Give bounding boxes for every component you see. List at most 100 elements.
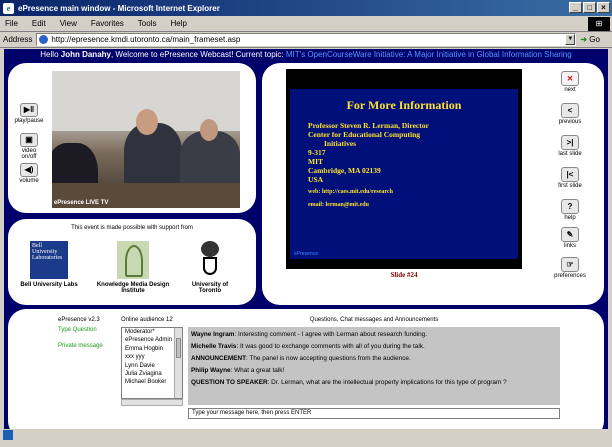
chat-log: Wayne Ingram: Interesting comment - I ag… <box>188 327 560 405</box>
play-pause-control[interactable]: ▶‖ play/pause <box>14 103 44 124</box>
nav-next[interactable]: ⨯ next <box>548 71 592 93</box>
close-button[interactable]: × <box>597 2 610 13</box>
menu-tools[interactable]: Tools <box>136 19 159 28</box>
user-name: John Danahy <box>60 50 111 59</box>
chat-message: QUESTION TO SPEAKER: Dr. Lerman, what ar… <box>191 379 507 386</box>
slide-display: For More Information Professor Steven R.… <box>286 69 522 269</box>
video-toggle-control[interactable]: ▣ video on/off <box>14 133 44 160</box>
minimize-button[interactable]: _ <box>569 2 582 13</box>
slide-line: USA <box>308 175 324 184</box>
pencil-icon[interactable]: ✎ <box>561 227 579 242</box>
volume-control[interactable]: ◀) volume <box>14 163 44 184</box>
nav-first-slide[interactable]: |< first slide <box>548 167 592 189</box>
audience-list[interactable]: Moderator* ePresence Admin Emma Hogbin x… <box>121 327 183 399</box>
speaker-head <box>136 109 158 135</box>
sponsor-kmdi[interactable]: Knowledge Media Design Institute <box>88 241 178 294</box>
current-topic: MIT's OpenCourseWare Initiative: A Major… <box>285 50 572 59</box>
chat-message: Philip Wayne: What a great talk! <box>191 367 285 374</box>
sponsor-panel: This event is made possible with support… <box>8 219 256 305</box>
nav-links[interactable]: ✎ links <box>548 227 592 249</box>
sponsor-uoft[interactable]: University of Toronto <box>182 241 238 294</box>
nav-preferences[interactable]: ☞ preferences <box>548 257 592 279</box>
menu-file[interactable]: File <box>3 19 20 28</box>
address-bar: Address http://epresence.kmdi.utoronto.c… <box>0 32 612 48</box>
list-item[interactable]: Emma Hogbin <box>122 345 182 353</box>
menu-help[interactable]: Help <box>168 19 188 28</box>
slide-line: MIT <box>308 157 323 166</box>
nav-help[interactable]: ? help <box>548 199 592 221</box>
version-label: ePresence v2.3 <box>58 317 100 323</box>
slide-line: Professor Steven R. Lerman, Director <box>308 121 429 130</box>
list-item[interactable]: Lynn Davie <box>122 362 182 370</box>
chat-panel: ePresence v2.3 Type Question Private mes… <box>8 309 604 439</box>
audience-hscrollbar[interactable] <box>121 399 183 406</box>
chat-log-title: Questions, Chat messages and Announcemen… <box>309 317 439 323</box>
audience-title: Online audience 12 <box>121 317 173 323</box>
next-slide-icon[interactable]: ⨯ <box>561 71 579 86</box>
nav-previous[interactable]: < previous <box>548 103 592 125</box>
slide-content: For More Information Professor Steven R.… <box>290 89 518 259</box>
sponsor-bell[interactable]: Bell University Laboratories Bell Univer… <box>14 241 84 288</box>
nav-last-slide[interactable]: >| last slide <box>548 135 592 157</box>
video-stream[interactable]: ePresence LIVE TV <box>52 71 240 208</box>
page-icon <box>39 35 49 44</box>
type-question-link[interactable]: Type Question <box>58 327 97 333</box>
status-bar <box>0 429 612 447</box>
list-item[interactable]: Michael Booker <box>122 378 182 386</box>
previous-slide-icon[interactable]: < <box>561 103 579 118</box>
address-url: http://epresence.kmdi.utoronto.ca/main_f… <box>51 35 241 44</box>
hand-icon[interactable]: ☞ <box>561 257 579 272</box>
go-arrow-icon: ➜ <box>580 35 588 44</box>
slide-line: Center for Educational Computing <box>308 130 421 139</box>
slide-line: Initiatives <box>324 139 357 148</box>
chat-message: Wayne Ingram: Interesting comment - I ag… <box>191 331 427 338</box>
ie-logo-icon: e <box>3 2 14 14</box>
window-title: ePresence main window - Microsoft Intern… <box>18 3 220 13</box>
address-input[interactable]: http://epresence.kmdi.utoronto.ca/main_f… <box>36 33 577 46</box>
title-bar: e ePresence main window - Microsoft Inte… <box>0 0 612 16</box>
slide-title: For More Information <box>346 98 462 112</box>
slide-number: Slide #24 <box>390 271 418 279</box>
windows-logo-icon: ⊞ <box>588 17 610 31</box>
address-dropdown[interactable]: ▼ <box>565 34 576 45</box>
menu-view[interactable]: View <box>58 19 79 28</box>
list-item[interactable]: ePresence Admin <box>122 336 182 344</box>
kmdi-logo <box>117 241 149 279</box>
audience-scrollbar[interactable] <box>174 328 182 398</box>
help-icon[interactable]: ? <box>561 199 579 214</box>
sponsor-title: This event is made possible with support… <box>71 225 193 231</box>
chat-message: ANNOUNCEMENT: The panel is now accepting… <box>191 355 411 362</box>
video-camera-icon[interactable]: ▣ <box>20 133 38 147</box>
list-item[interactable]: Moderator* <box>122 328 182 336</box>
slide-line: 9-317 <box>308 148 326 157</box>
private-message-link[interactable]: Private message <box>58 343 103 349</box>
play-pause-icon[interactable]: ▶‖ <box>20 103 38 117</box>
uoft-crest-logo <box>197 241 223 279</box>
chat-input[interactable]: Type your message here, then press ENTER <box>188 408 560 419</box>
last-slide-icon[interactable]: >| <box>561 135 579 150</box>
speaker-icon[interactable]: ◀) <box>20 163 38 177</box>
speaker-head <box>200 119 218 141</box>
ie-status-icon <box>3 430 13 440</box>
slide-line: web: http://caes.mit.edu/research <box>308 189 393 195</box>
list-item[interactable]: Julia Zviagina <box>122 370 182 378</box>
video-panel: ▶‖ play/pause ▣ video on/off ◀) volume e… <box>8 63 256 213</box>
menu-edit[interactable]: Edit <box>30 19 48 28</box>
chat-message: Michelle Travis: It was good to exchange… <box>191 343 425 350</box>
list-item[interactable]: xxx yyy <box>122 353 182 361</box>
address-label: Address <box>3 35 33 44</box>
bell-logo: Bell University Laboratories <box>30 241 68 279</box>
slide-line: email: lerman@mit.edu <box>308 202 369 208</box>
page-content: Hello John Danahy, Welcome to ePresence … <box>4 49 608 447</box>
slide-line: Cambridge, MA 02139 <box>308 166 381 175</box>
maximize-button[interactable]: □ <box>583 2 596 13</box>
slide-watermark: ePresence <box>294 251 318 257</box>
welcome-banner: Hello John Danahy, Welcome to ePresence … <box>40 50 572 59</box>
slide-panel: For More Information Professor Steven R.… <box>262 63 604 305</box>
first-slide-icon[interactable]: |< <box>561 167 579 182</box>
menu-favorites[interactable]: Favorites <box>89 19 126 28</box>
menu-bar: File Edit View Favorites Tools Help <box>0 16 612 32</box>
window-controls: _ □ × <box>569 2 610 13</box>
go-button[interactable]: ➜ Go <box>580 35 600 44</box>
video-watermark: ePresence LIVE TV <box>54 200 109 206</box>
